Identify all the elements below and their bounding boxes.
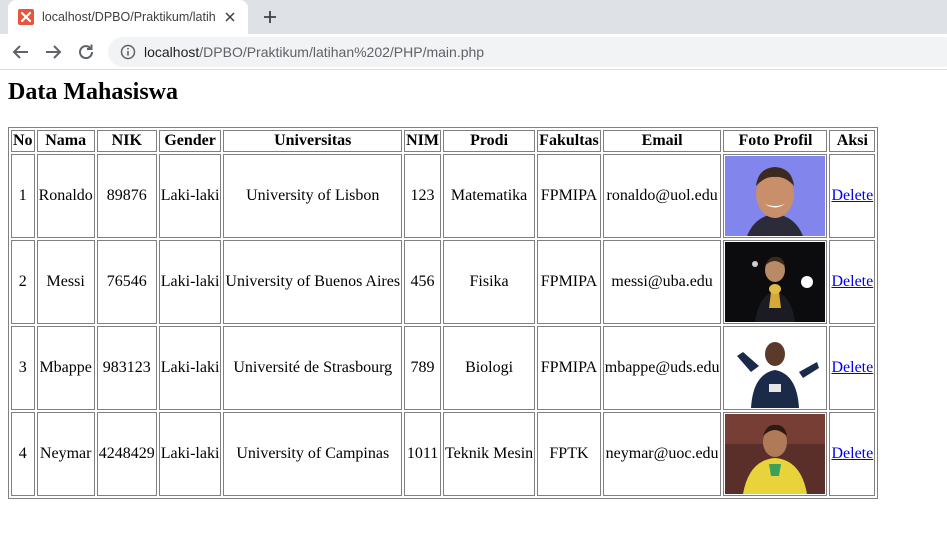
cell-aksi: Delete — [829, 154, 876, 238]
delete-link[interactable]: Delete — [831, 445, 873, 462]
tab-strip: localhost/DPBO/Praktikum/latiha — [0, 0, 947, 34]
column-header-prodi: Prodi — [442, 130, 536, 152]
cell-no: 2 — [11, 240, 35, 324]
page-content: Data Mahasiswa No Nama NIK Gender Univer… — [0, 79, 947, 499]
profile-photo — [725, 414, 826, 494]
profile-photo — [725, 156, 826, 236]
column-header-nim: NIM — [404, 130, 441, 152]
column-header-gender: Gender — [158, 130, 222, 152]
delete-link[interactable]: Delete — [831, 273, 873, 290]
cell-nim: 456 — [404, 240, 441, 324]
cell-fakultas: FPMIPA — [537, 240, 601, 324]
cell-nama: Messi — [36, 240, 95, 324]
cell-universitas: University of Lisbon — [223, 154, 403, 238]
cell-nim: 123 — [404, 154, 441, 238]
cell-no: 1 — [11, 154, 35, 238]
table-header-row: No Nama NIK Gender Universitas NIM Prodi… — [11, 130, 876, 152]
cell-aksi: Delete — [829, 240, 876, 324]
address-bar[interactable]: localhost/DPBO/Praktikum/latihan%202/PHP… — [108, 37, 947, 67]
profile-photo — [725, 242, 826, 322]
cell-nik: 89876 — [96, 154, 157, 238]
cell-nik: 76546 — [96, 240, 157, 324]
column-header-universitas: Universitas — [223, 130, 403, 152]
cell-no: 3 — [11, 326, 35, 410]
close-icon[interactable] — [222, 9, 238, 25]
profile-photo — [725, 328, 826, 408]
students-table: No Nama NIK Gender Universitas NIM Prodi… — [8, 127, 879, 499]
cell-universitas: Université de Strasbourg — [223, 326, 403, 410]
column-header-nama: Nama — [36, 130, 95, 152]
new-tab-icon[interactable] — [260, 7, 280, 27]
table-row: 3 Mbappe 983123 Laki-laki Université de … — [11, 326, 876, 410]
cell-gender: Laki-laki — [158, 412, 222, 496]
cell-prodi: Biologi — [442, 326, 536, 410]
column-header-no: No — [11, 130, 35, 152]
cell-email: ronaldo@uol.edu — [602, 154, 722, 238]
delete-link[interactable]: Delete — [831, 187, 873, 204]
cell-nim: 789 — [404, 326, 441, 410]
cell-fakultas: FPMIPA — [537, 154, 601, 238]
tab-title: localhost/DPBO/Praktikum/latiha — [42, 10, 216, 24]
cell-fakultas: FPMIPA — [537, 326, 601, 410]
page-title: Data Mahasiswa — [8, 79, 179, 105]
cell-nik: 983123 — [96, 326, 157, 410]
cell-nama: Mbappe — [36, 326, 95, 410]
cell-nim: 1011 — [404, 412, 441, 496]
cell-foto-profil — [723, 154, 828, 238]
xampp-favicon-icon — [18, 9, 34, 25]
column-header-nik: NIK — [96, 130, 157, 152]
info-icon[interactable] — [120, 44, 136, 60]
cell-aksi: Delete — [829, 412, 876, 496]
column-header-aksi: Aksi — [829, 130, 876, 152]
table-row: 4 Neymar 4248429 Laki-laki University of… — [11, 412, 876, 496]
cell-gender: Laki-laki — [158, 154, 222, 238]
delete-link[interactable]: Delete — [831, 359, 873, 376]
cell-email: neymar@uoc.edu — [602, 412, 722, 496]
cell-gender: Laki-laki — [158, 326, 222, 410]
cell-foto-profil — [723, 326, 828, 410]
cell-nama: Neymar — [36, 412, 95, 496]
url-host: localhost — [144, 44, 200, 60]
browser-toolbar: localhost/DPBO/Praktikum/latihan%202/PHP… — [0, 34, 947, 70]
table-row: 2 Messi 76546 Laki-laki University of Bu… — [11, 240, 876, 324]
cell-no: 4 — [11, 412, 35, 496]
column-header-email: Email — [602, 130, 722, 152]
browser-tab[interactable]: localhost/DPBO/Praktikum/latiha — [8, 0, 248, 34]
url-path: /DPBO/Praktikum/latihan%202/PHP/main.php — [199, 44, 485, 60]
column-header-foto-profil: Foto Profil — [723, 130, 828, 152]
forward-arrow-icon[interactable] — [41, 40, 65, 64]
cell-universitas: University of Buenos Aires — [223, 240, 403, 324]
cell-foto-profil — [723, 412, 828, 496]
cell-email: mbappe@uds.edu — [602, 326, 722, 410]
cell-prodi: Fisika — [442, 240, 536, 324]
column-header-fakultas: Fakultas — [537, 130, 601, 152]
cell-prodi: Teknik Mesin — [442, 412, 536, 496]
cell-fakultas: FPTK — [537, 412, 601, 496]
cell-nik: 4248429 — [96, 412, 157, 496]
cell-aksi: Delete — [829, 326, 876, 410]
cell-nama: Ronaldo — [36, 154, 95, 238]
cell-gender: Laki-laki — [158, 240, 222, 324]
back-arrow-icon[interactable] — [9, 40, 33, 64]
cell-email: messi@uba.edu — [602, 240, 722, 324]
reload-icon[interactable] — [74, 40, 98, 64]
table-row: 1 Ronaldo 89876 Laki-laki University of … — [11, 154, 876, 238]
cell-universitas: University of Campinas — [223, 412, 403, 496]
cell-foto-profil — [723, 240, 828, 324]
cell-prodi: Matematika — [442, 154, 536, 238]
